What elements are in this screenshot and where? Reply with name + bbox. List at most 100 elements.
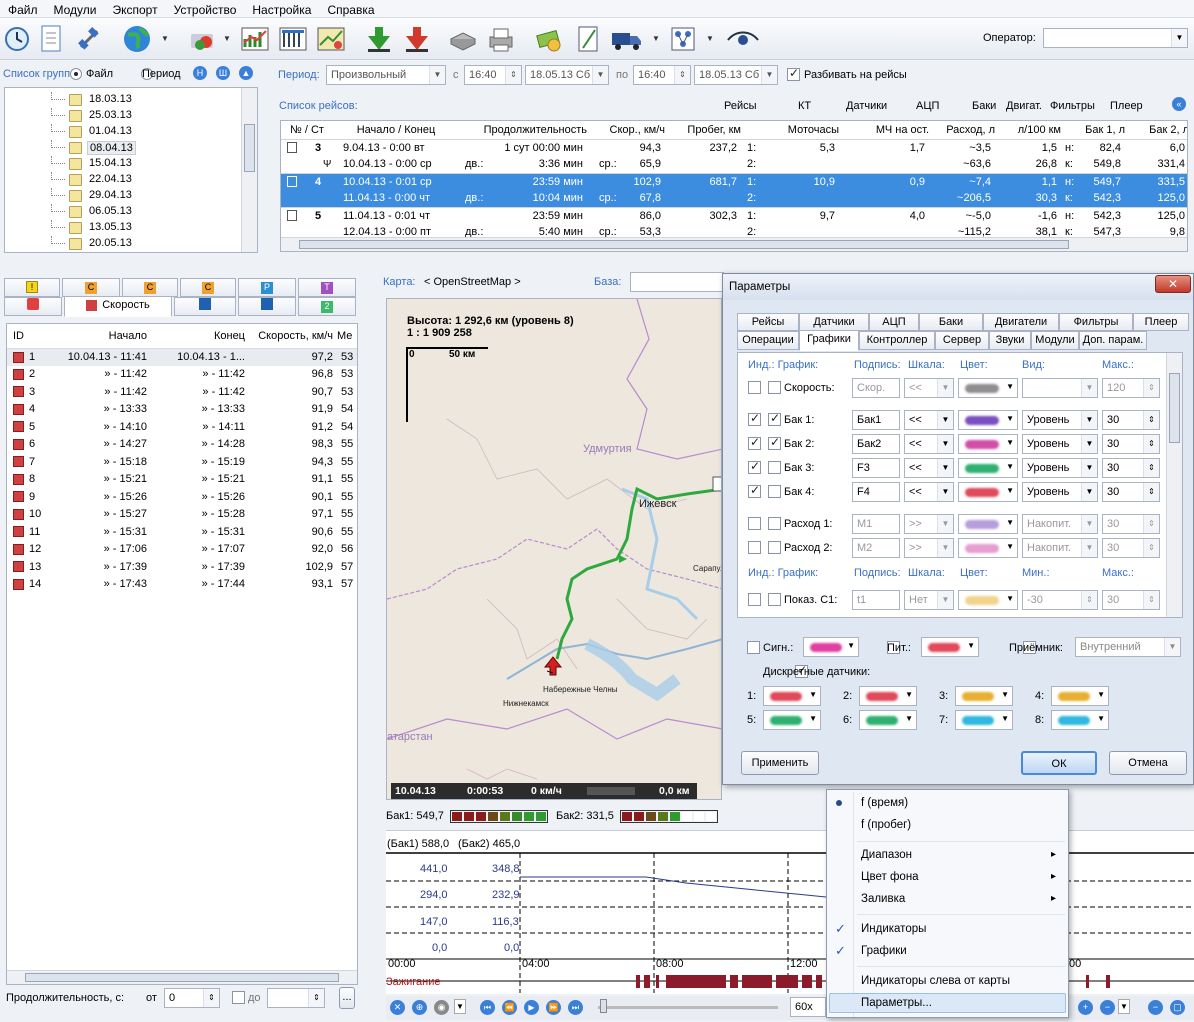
discrete-color[interactable]: ▼ (763, 686, 821, 706)
table-row[interactable]: 10 » - 15:27 » - 15:28 97,1 55 (7, 506, 357, 524)
param-tab[interactable]: Операции (737, 331, 799, 350)
group-item[interactable]: 25.03.13 (5, 108, 241, 124)
param-tab[interactable]: Сервер (935, 331, 989, 350)
group-item[interactable]: 08.04.13 (5, 140, 241, 156)
menu-settings[interactable]: Настройка (244, 0, 319, 18)
document-icon[interactable] (34, 22, 68, 56)
indicator-checkbox[interactable] (748, 593, 761, 606)
col-start-end[interactable]: Начало / Конец (333, 121, 459, 139)
scale-select[interactable]: Нет ▼ (904, 590, 954, 610)
menu-device[interactable]: Устройство (166, 0, 245, 18)
trips-tab[interactable]: Баки (972, 100, 996, 112)
satellite-icon[interactable] (72, 22, 106, 56)
minimize-icon[interactable]: − (1148, 1000, 1163, 1015)
table-row[interactable]: 5 » - 14:10 » - 14:11 91,2 54 (7, 418, 357, 436)
window-icon[interactable]: ▢ (1170, 1000, 1185, 1015)
base-input[interactable] (630, 272, 724, 292)
printer-icon[interactable] (484, 22, 518, 56)
tab-2[interactable]: 2 (298, 297, 356, 316)
discrete-color[interactable]: ▼ (1051, 710, 1109, 730)
discrete-color[interactable]: ▼ (1051, 686, 1109, 706)
power-color[interactable]: ▼ (921, 637, 979, 657)
tab-calendar[interactable] (4, 297, 62, 316)
rewind-icon[interactable]: ⏪ (502, 1000, 517, 1015)
max-input[interactable]: 30 ⇕ (1102, 538, 1160, 558)
map-view[interactable]: Высота: 1 292,6 км (уровень 8) 1 : 1 909… (386, 298, 722, 800)
signal-checkbox[interactable] (747, 641, 760, 654)
groups-scrollbar[interactable] (241, 88, 257, 252)
col-l100[interactable]: л/100 км (995, 121, 1061, 139)
h-icon[interactable]: H (193, 66, 207, 80)
menu-item-f-time[interactable]: f (время) (861, 797, 908, 809)
chevron-down-icon[interactable]: ▼ (161, 34, 169, 43)
tab-t[interactable]: T (298, 278, 356, 297)
menu-item-bg-color[interactable]: Цвет фона (861, 871, 919, 883)
table-row[interactable]: 3 9.04.13 - 0:00 вт 1 сут 00:00 мин 94,3 237… (281, 139, 1187, 156)
speed-hscrollbar[interactable] (7, 970, 357, 984)
table-row[interactable]: 4 » - 13:33 » - 13:33 91,9 54 (7, 401, 357, 419)
view-select[interactable]: Уровень ▼ (1022, 434, 1098, 454)
tab-graph2[interactable] (238, 297, 296, 316)
duration-to-checkbox[interactable] (232, 991, 245, 1004)
max-input[interactable]: 30 ⇕ (1102, 434, 1160, 454)
to-time-input[interactable]: 16:40 ⇕ (633, 65, 691, 85)
indicator-checkbox[interactable] (748, 541, 761, 554)
col-moto[interactable]: Моточасы (741, 121, 839, 139)
col-end[interactable]: Конец (153, 324, 251, 348)
params-scrollbar[interactable] (1166, 353, 1182, 617)
color-select[interactable]: ▼ (958, 538, 1018, 558)
period-select[interactable]: Произвольный ▼ (326, 65, 446, 85)
group-item[interactable]: 06.05.13 (5, 204, 241, 220)
table-row[interactable]: 11.04.13 - 0:00 чт дв.: 10:04 мин ср.: 67,8 2… (281, 190, 1187, 207)
table-row[interactable]: 4 10.04.13 - 0:01 ср 23:59 мин 102,9 681,7 1:… (281, 173, 1187, 190)
map-source-select[interactable]: < OpenStreetMap > (424, 276, 521, 288)
dialog-close-button[interactable]: ✕ (1155, 275, 1191, 293)
money-icon[interactable] (532, 22, 566, 56)
scale-select[interactable]: << ▼ (904, 378, 954, 398)
columns-icon[interactable]: Ш (216, 66, 230, 80)
receiver-select[interactable]: Внутренний ▼ (1075, 637, 1181, 657)
discrete-color[interactable]: ▼ (955, 710, 1013, 730)
tab-c3[interactable]: C (180, 278, 236, 297)
color-select[interactable]: ▼ (958, 482, 1018, 502)
caption-input[interactable]: F3 (852, 458, 900, 478)
discrete-color[interactable]: ▼ (859, 710, 917, 730)
color-select[interactable]: ▼ (958, 434, 1018, 454)
from-time-input[interactable]: 16:40 ⇕ (464, 65, 522, 85)
menu-item-indicators[interactable]: Индикаторы (861, 923, 926, 935)
last-icon[interactable]: ⏭ (568, 1000, 583, 1015)
graph-checkbox[interactable] (768, 593, 781, 606)
table-row[interactable]: 14 » - 17:43 » - 17:44 93,1 57 (7, 576, 357, 594)
color-select[interactable]: ▼ (958, 514, 1018, 534)
scale-select[interactable]: >> ▼ (904, 538, 954, 558)
forward-icon[interactable]: ⏩ (546, 1000, 561, 1015)
chevron-down-icon[interactable]: ▼ (706, 34, 714, 43)
trips-tab[interactable]: Фильтры (1050, 100, 1095, 112)
max-input[interactable]: 30 ⇕ (1102, 590, 1160, 610)
max-input[interactable]: 30 ⇕ (1102, 410, 1160, 430)
param-tab[interactable]: Фильтры (1059, 313, 1133, 331)
chevron-down-icon[interactable]: ▼ (652, 34, 660, 43)
caption-input[interactable]: t1 (852, 590, 900, 610)
collapse-icon[interactable]: « (1172, 97, 1186, 111)
indicator-checkbox[interactable] (748, 411, 761, 426)
view-select[interactable]: Накопит. ▼ (1022, 514, 1098, 534)
color-select[interactable]: ▼ (958, 410, 1018, 430)
discrete-color[interactable]: ▼ (859, 686, 917, 706)
view-select[interactable]: Уровень ▼ (1022, 410, 1098, 430)
player-slider[interactable] (598, 1006, 778, 1009)
group-item[interactable]: 29.04.13 (5, 188, 241, 204)
col-speed[interactable]: Скорость, км/ч (251, 324, 337, 348)
eye-icon[interactable] (726, 22, 760, 56)
menu-item-parameters[interactable]: Параметры... (861, 997, 932, 1009)
indicator-checkbox[interactable] (748, 435, 761, 450)
col-speed[interactable]: Скор., км/ч (587, 121, 665, 139)
param-tab[interactable]: Модули (1031, 331, 1079, 350)
discrete-color[interactable]: ▼ (955, 686, 1013, 706)
arrow-down-red-icon[interactable] (400, 22, 434, 56)
table-row[interactable]: 3 » - 11:42 » - 11:42 90,7 53 (7, 383, 357, 401)
max-input[interactable]: 30 ⇕ (1102, 482, 1160, 502)
table-row[interactable]: 1 10.04.13 - 11:41 10.04.13 - 1... 97,2 53 (7, 348, 357, 366)
ok-button[interactable]: ОК (1021, 751, 1097, 775)
menu-help[interactable]: Справка (319, 0, 382, 18)
